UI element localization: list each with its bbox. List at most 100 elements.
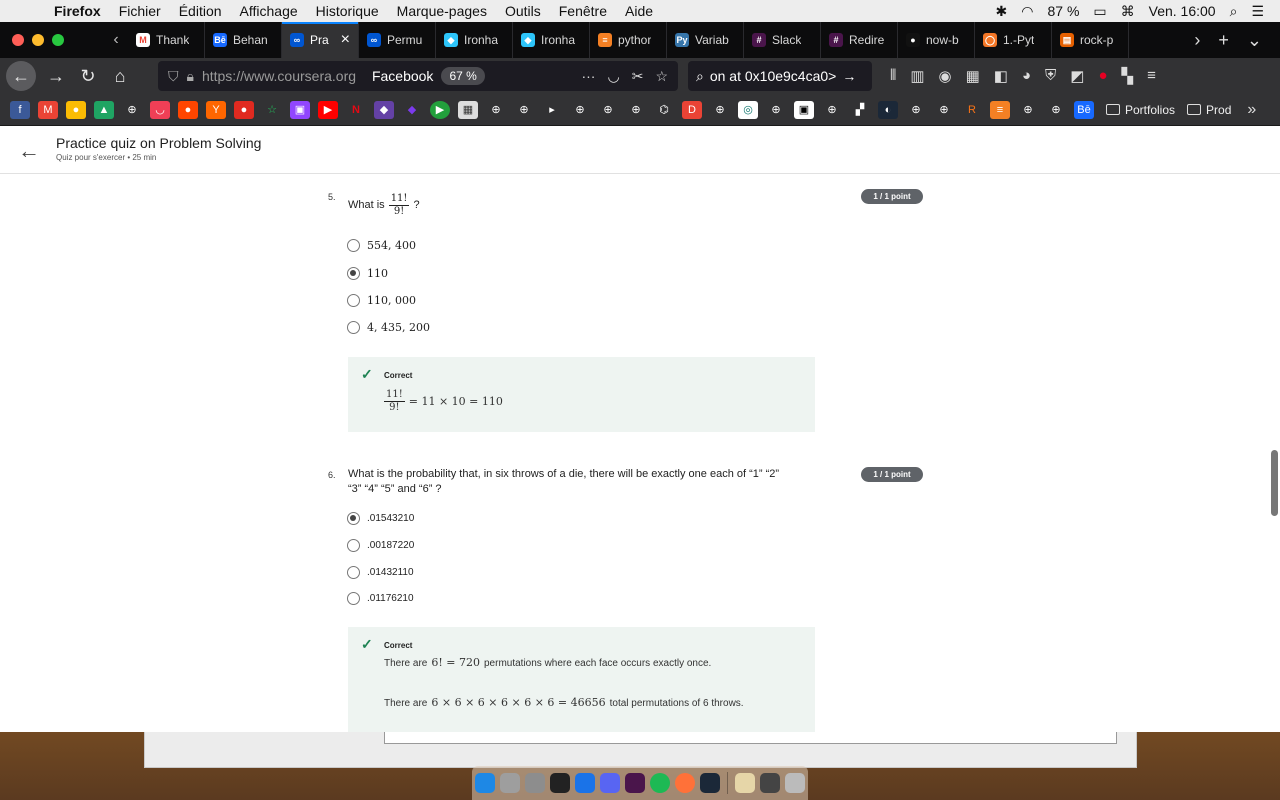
answer-option[interactable]: 554, 400 xyxy=(347,239,416,252)
screenshot-icon[interactable]: ✂ xyxy=(632,68,644,85)
pocket-icon[interactable]: ◡ xyxy=(607,68,619,85)
notification-center-icon[interactable]: ☰ xyxy=(1251,3,1264,20)
answer-option[interactable]: 110 xyxy=(347,267,388,280)
globe-icon[interactable]: ⊕ xyxy=(822,101,842,119)
close-window-button[interactable] xyxy=(12,34,24,46)
zoom-window-button[interactable] xyxy=(52,34,64,46)
bookmark-icon[interactable]: R xyxy=(962,101,982,119)
wifi-icon[interactable]: ◠ xyxy=(1021,3,1033,20)
reload-button[interactable]: ↻ xyxy=(72,66,104,87)
hacker-news-icon[interactable]: Y xyxy=(206,100,226,119)
tab[interactable]: M Thank xyxy=(128,22,205,58)
globe-icon[interactable]: ⊕ xyxy=(710,101,730,119)
search-bar[interactable]: ⌕ on at 0x10e9c4ca0> → xyxy=(688,61,872,91)
globe-icon[interactable]: ⊕ xyxy=(934,101,954,119)
globe-icon[interactable]: ⊕ xyxy=(122,101,142,119)
bluetooth-icon[interactable]: ✱ xyxy=(996,3,1008,20)
reddit-icon[interactable]: ● xyxy=(178,100,198,119)
globe-icon[interactable]: ⊕ xyxy=(570,101,590,119)
pocket-icon[interactable]: ◡ xyxy=(150,100,170,119)
close-tab-icon[interactable]: × xyxy=(341,31,350,49)
tab[interactable]: Py Variab xyxy=(667,22,744,58)
finder-icon[interactable] xyxy=(475,773,495,793)
bookmark-icon[interactable]: ◎ xyxy=(738,100,758,119)
menu-fenetre[interactable]: Fenêtre xyxy=(550,3,616,19)
bookmark-star-icon[interactable]: ☆ xyxy=(655,68,668,85)
url-bar[interactable]: ⛉ 🔒︎ https://www.coursera.org Facebook 6… xyxy=(158,61,678,91)
tab-active[interactable]: ∞ Pra × xyxy=(282,22,359,58)
radio-button-selected[interactable] xyxy=(347,512,360,525)
twitch-icon[interactable]: ▣ xyxy=(290,100,310,119)
shield-icon[interactable]: ⛉ xyxy=(168,68,179,85)
folder-icon[interactable] xyxy=(760,773,780,793)
battery-percent[interactable]: 87 % xyxy=(1047,3,1079,19)
radio-button[interactable] xyxy=(347,592,360,605)
system-preferences-icon[interactable] xyxy=(525,773,545,793)
terminal-icon[interactable] xyxy=(550,773,570,793)
extension-icon[interactable]: ▚ xyxy=(1122,67,1134,85)
radio-button[interactable] xyxy=(347,539,360,552)
steam-icon[interactable]: ◐ xyxy=(878,100,898,119)
tab[interactable]: # Slack xyxy=(744,22,821,58)
trash-icon[interactable] xyxy=(785,773,805,793)
extension-icon[interactable]: ▦ xyxy=(966,67,980,85)
bookmark-icon[interactable]: ▞ xyxy=(850,101,870,119)
menu-app-name[interactable]: Firefox xyxy=(42,3,110,19)
menu-affichage[interactable]: Affichage xyxy=(231,3,307,19)
menu-marque-pages[interactable]: Marque-pages xyxy=(388,3,496,19)
search-go-icon[interactable]: → xyxy=(842,68,856,84)
keep-icon[interactable]: ● xyxy=(66,100,86,119)
globe-icon[interactable]: ⊕ xyxy=(486,101,506,119)
radio-button-selected[interactable] xyxy=(347,267,360,280)
tab[interactable]: # Redire xyxy=(821,22,898,58)
minimize-window-button[interactable] xyxy=(32,34,44,46)
drive-icon[interactable]: ▲ xyxy=(94,100,114,119)
play-icon[interactable]: ▶ xyxy=(430,100,450,119)
bookmark-icon[interactable]: D xyxy=(682,100,702,119)
radio-button[interactable] xyxy=(347,239,360,252)
menu-edition[interactable]: Édition xyxy=(170,3,231,19)
radio-button[interactable] xyxy=(347,321,360,334)
launchpad-icon[interactable] xyxy=(500,773,520,793)
globe-icon[interactable]: ⊕ xyxy=(514,101,534,119)
discord-icon[interactable] xyxy=(600,773,620,793)
bookmark-icon[interactable]: ⌬ xyxy=(654,101,674,119)
gmail-icon[interactable]: M xyxy=(38,100,58,119)
page-actions-icon[interactable]: ··· xyxy=(581,68,595,85)
folder-icon[interactable] xyxy=(735,773,755,793)
radio-button[interactable] xyxy=(347,566,360,579)
steam-icon[interactable] xyxy=(700,773,720,793)
search-bar-text[interactable]: on at 0x10e9c4ca0> xyxy=(710,68,837,84)
bookmark-icon[interactable]: ▣ xyxy=(794,100,814,119)
extension-icon[interactable]: ◕ xyxy=(1022,67,1031,85)
globe-icon[interactable]: ⊕ xyxy=(1018,101,1038,119)
globe-icon[interactable]: ⊕ xyxy=(766,101,786,119)
globe-icon[interactable]: ⊕ xyxy=(626,101,646,119)
globe-icon[interactable]: ⊕ xyxy=(906,101,926,119)
facebook-icon[interactable]: f xyxy=(10,100,30,119)
menu-historique[interactable]: Historique xyxy=(307,3,388,19)
tab[interactable]: ◆ Ironha xyxy=(513,22,590,58)
bookmark-icon[interactable]: ◆ xyxy=(402,101,422,119)
more-bookmarks-icon[interactable]: » xyxy=(1247,101,1256,119)
tab[interactable]: ◆ Ironha xyxy=(436,22,513,58)
battery-icon[interactable]: ▭ xyxy=(1093,3,1106,20)
play-icon[interactable]: ▸ xyxy=(542,101,562,119)
lock-icon[interactable]: 🔒︎ xyxy=(187,68,194,85)
answer-option[interactable]: .01176210 xyxy=(347,592,414,605)
bookmark-folder-portfolios[interactable]: Portfolios xyxy=(1106,103,1175,117)
keyboard-icon[interactable]: ⌘ xyxy=(1121,3,1135,20)
answer-option[interactable]: .01543210 xyxy=(347,512,414,525)
menu-icon[interactable]: ≡ xyxy=(1147,67,1156,85)
bookmark-icon[interactable]: ● xyxy=(234,100,254,119)
menu-outils[interactable]: Outils xyxy=(496,3,550,19)
youtube-icon[interactable]: ▶ xyxy=(318,100,338,119)
behance-icon[interactable]: Bē xyxy=(1074,100,1094,119)
url-text[interactable]: https://www.coursera.org xyxy=(202,68,364,84)
tab-scroll-right-icon[interactable]: › xyxy=(1194,30,1200,51)
firefox-icon[interactable] xyxy=(675,773,695,793)
back-button[interactable]: ← xyxy=(6,61,36,91)
spotify-icon[interactable] xyxy=(650,773,670,793)
menu-fichier[interactable]: Fichier xyxy=(110,3,170,19)
sidebar-icon[interactable]: ▥ xyxy=(910,67,924,85)
